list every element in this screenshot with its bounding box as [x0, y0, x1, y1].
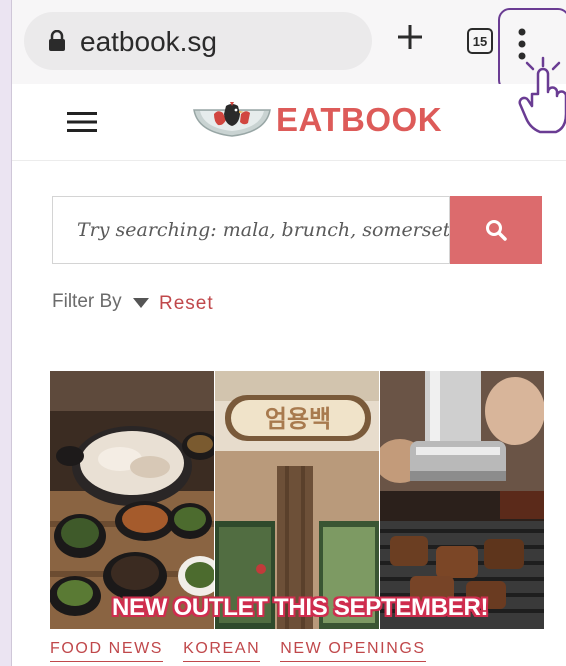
reset-link[interactable]: Reset: [159, 293, 214, 315]
logo-bowl-icon: [193, 102, 271, 137]
image-panel-storefront: 엄용백: [215, 371, 379, 629]
search-input[interactable]: [53, 197, 449, 263]
image-panel-food-spread: [50, 371, 214, 629]
article-image[interactable]: 엄용백: [50, 371, 544, 629]
storefront-sign-text: 엄용백: [265, 405, 331, 433]
search-box: [52, 196, 450, 264]
logo-text[interactable]: EATBOOK: [276, 101, 442, 139]
image-panel-grill: [380, 371, 544, 629]
address-bar[interactable]: eatbook.sg: [24, 12, 372, 70]
lock-icon: [49, 30, 65, 51]
caret-down-icon[interactable]: [133, 298, 149, 308]
tag-food-news[interactable]: FOOD NEWS: [50, 640, 164, 662]
browser-toolbar: eatbook.sg 15: [12, 0, 566, 92]
tab-count: 15: [472, 33, 488, 49]
tag-new-openings[interactable]: NEW OPENINGS: [280, 640, 426, 662]
filter-by-label[interactable]: Filter By: [52, 291, 122, 313]
search-button[interactable]: [450, 196, 542, 264]
phone-screen: eatbook.sg 15 EATBOOK Try searching: mal…: [11, 0, 566, 666]
hamburger-icon[interactable]: [67, 111, 97, 133]
url-text: eatbook.sg: [80, 26, 217, 57]
tag-korean[interactable]: KOREAN: [183, 640, 261, 662]
article-tags: FOOD NEWS KOREAN NEW OPENINGS: [50, 640, 426, 662]
hand-pointer-icon: [518, 56, 566, 134]
image-banner-text: NEW OUTLET THIS SEPTEMBER!: [112, 594, 489, 621]
search-icon: [486, 220, 507, 241]
plus-icon[interactable]: [395, 22, 425, 52]
tabs-icon[interactable]: 15: [467, 28, 493, 54]
